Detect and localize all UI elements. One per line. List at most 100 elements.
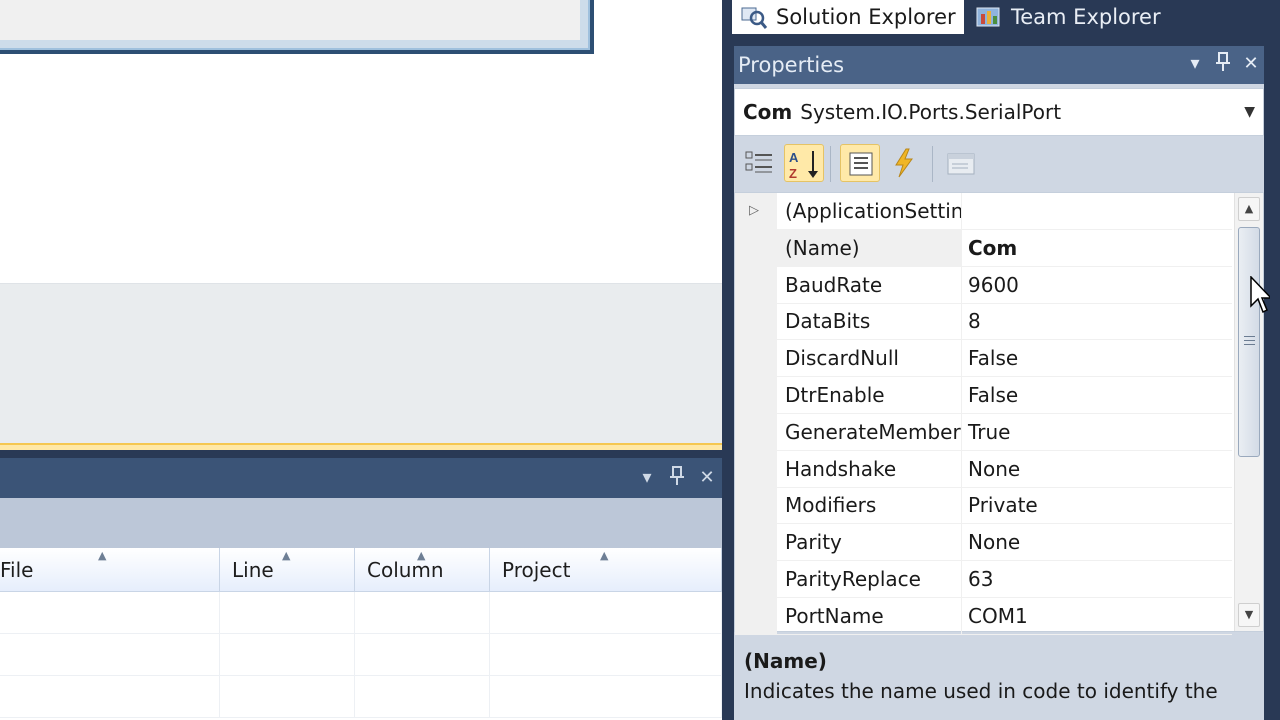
chevron-down-icon: ▼ xyxy=(1244,104,1255,120)
property-row-margin xyxy=(735,266,777,304)
close-icon[interactable]: ✕ xyxy=(1240,52,1262,76)
property-row[interactable]: DtrEnable False xyxy=(735,377,1232,414)
categorized-icon xyxy=(745,151,772,173)
property-row-margin xyxy=(735,340,777,378)
window-position-dropdown-icon[interactable]: ▾ xyxy=(636,466,658,490)
property-value[interactable]: False xyxy=(961,340,1232,378)
tab-label: Solution Explorer xyxy=(776,5,956,29)
scroll-up-arrow-icon[interactable]: ▲ xyxy=(1238,197,1260,221)
column-header-line[interactable]: Line ▲ xyxy=(220,548,355,592)
description-title: (Name) xyxy=(744,649,827,673)
properties-window: Properties ▾ ✕ Com System.IO.Ports.Serial… xyxy=(734,46,1264,720)
properties-list-icon xyxy=(849,152,873,176)
description-text: Indicates the name used in code to ident… xyxy=(744,679,1218,703)
column-header-label: Column xyxy=(367,558,444,582)
property-row-margin xyxy=(735,303,777,341)
scrollbar-thumb[interactable] xyxy=(1238,227,1260,457)
property-row[interactable]: PortName COM1 xyxy=(735,597,1232,635)
pin-icon[interactable] xyxy=(1212,52,1234,76)
window-position-dropdown-icon[interactable]: ▾ xyxy=(1184,52,1206,76)
property-value[interactable]: 63 xyxy=(961,561,1232,598)
tool-window-tabs: Solution Explorer Team Explorer xyxy=(722,0,1280,36)
expand-arrow-icon[interactable]: ▷ xyxy=(749,193,759,229)
property-value[interactable] xyxy=(961,193,1232,230)
toolbar-separator xyxy=(830,146,831,182)
properties-title-bar: Properties ▾ ✕ xyxy=(734,46,1264,84)
property-row-margin: ▷ xyxy=(735,193,777,230)
form-client-area[interactable] xyxy=(0,0,580,40)
sort-arrow-icon: ▲ xyxy=(417,549,426,562)
property-row[interactable]: (Name) Com xyxy=(735,229,1232,267)
property-row-margin xyxy=(735,413,777,451)
property-name: Parity xyxy=(777,524,961,562)
column-header-column[interactable]: Column ▲ xyxy=(355,548,490,592)
property-value[interactable]: 9600 xyxy=(961,266,1232,304)
table-row[interactable] xyxy=(0,592,722,634)
column-header-label: File xyxy=(0,558,34,582)
property-value[interactable]: None xyxy=(961,450,1232,488)
property-row-margin xyxy=(735,229,777,267)
component-tray[interactable] xyxy=(0,283,722,443)
property-row[interactable]: DiscardNull False xyxy=(735,340,1232,378)
table-row[interactable] xyxy=(0,634,722,676)
property-name: DiscardNull xyxy=(777,340,961,378)
object-selector-dropdown[interactable]: Com System.IO.Ports.SerialPort ▼ xyxy=(734,88,1264,136)
error-list-rows xyxy=(0,592,722,720)
tab-label: Team Explorer xyxy=(1011,5,1161,29)
events-button[interactable] xyxy=(884,144,924,182)
property-value[interactable]: True xyxy=(961,413,1232,451)
property-value[interactable]: None xyxy=(961,524,1232,562)
property-row-margin xyxy=(735,524,777,562)
column-header-file[interactable]: File ▲ xyxy=(0,548,220,592)
error-list-panel: ▾ ✕ File ▲ Line ▲ Column ▲ Project ▲ xyxy=(0,458,722,720)
property-value[interactable]: 8 xyxy=(961,303,1232,341)
property-value[interactable]: Private xyxy=(961,487,1232,525)
property-value[interactable]: Com xyxy=(961,229,1232,267)
scroll-down-arrow-icon[interactable]: ▼ xyxy=(1238,603,1260,627)
selected-object-name: Com xyxy=(743,100,793,124)
form-window-bottom-edge[interactable] xyxy=(0,0,594,54)
property-row[interactable]: ▷ (ApplicationSettings) xyxy=(735,193,1232,230)
mouse-cursor-icon xyxy=(1250,276,1270,314)
property-row[interactable]: Handshake None xyxy=(735,450,1232,488)
property-name: DataBits xyxy=(777,303,961,341)
properties-view-button[interactable] xyxy=(840,144,880,182)
property-row-margin xyxy=(735,450,777,488)
table-row[interactable] xyxy=(0,676,722,718)
property-row[interactable]: Parity None xyxy=(735,524,1232,562)
property-row[interactable]: GenerateMember True xyxy=(735,413,1232,451)
sort-arrow-icon: ▲ xyxy=(98,549,107,562)
property-row[interactable]: DataBits 8 xyxy=(735,303,1232,341)
property-name: Modifiers xyxy=(777,487,961,525)
error-list-toolbar xyxy=(0,498,722,548)
svg-text:A: A xyxy=(789,150,799,165)
column-header-label: Line xyxy=(232,558,274,582)
close-icon[interactable]: ✕ xyxy=(696,466,718,490)
selected-object-type: System.IO.Ports.SerialPort xyxy=(800,100,1062,124)
property-pages-button[interactable] xyxy=(940,144,980,182)
toolbar-separator xyxy=(932,146,933,182)
property-row[interactable]: BaudRate 9600 xyxy=(735,266,1232,304)
property-value[interactable]: False xyxy=(961,377,1232,414)
column-header-project[interactable]: Project ▲ xyxy=(490,548,722,592)
lightning-icon xyxy=(895,148,913,178)
property-name: Handshake xyxy=(777,451,961,488)
tab-solution-explorer[interactable]: Solution Explorer xyxy=(732,0,964,34)
team-explorer-icon xyxy=(975,4,1003,30)
alphabetical-button[interactable]: AZ xyxy=(784,144,824,182)
property-row-margin xyxy=(735,377,777,414)
tab-team-explorer[interactable]: Team Explorer xyxy=(967,0,1169,34)
property-row[interactable]: Modifiers Private xyxy=(735,487,1232,525)
form-designer-surface[interactable] xyxy=(0,0,722,450)
property-grid-scrollbar[interactable]: ▲ ▼ xyxy=(1234,193,1263,631)
pin-icon[interactable] xyxy=(666,466,688,490)
categorized-button[interactable] xyxy=(740,144,780,182)
sort-arrow-icon: ▲ xyxy=(600,549,609,562)
property-row-margin xyxy=(735,487,777,525)
property-row[interactable]: ParityReplace 63 xyxy=(735,561,1232,598)
property-grid: ▷ (ApplicationSettings)(Name)ComBaudRate9… xyxy=(734,192,1264,635)
sort-alphabetical-icon: AZ xyxy=(789,150,818,181)
property-value[interactable]: COM1 xyxy=(961,597,1232,635)
property-name: ParityReplace xyxy=(777,561,961,598)
properties-title: Properties xyxy=(738,53,845,77)
